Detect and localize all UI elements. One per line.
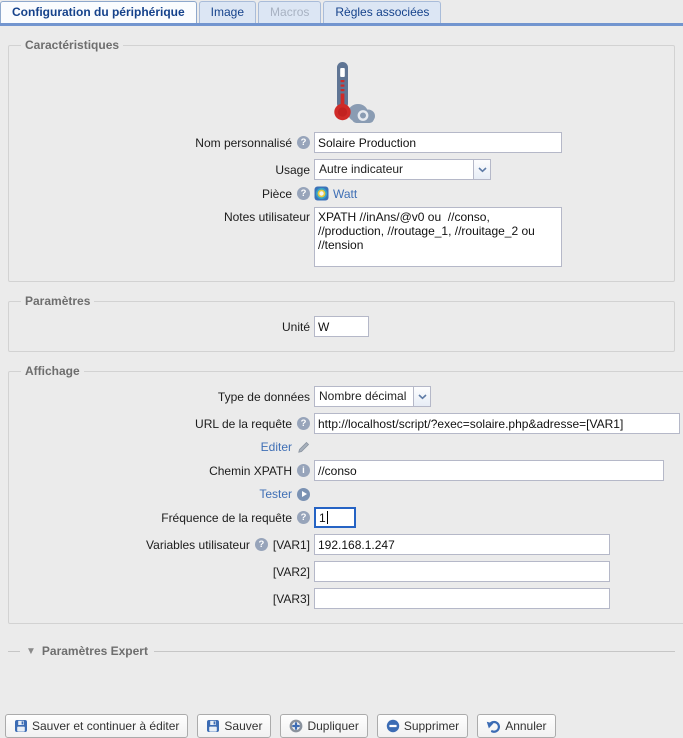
duplicate-label: Dupliquer bbox=[307, 719, 358, 733]
var2-label: [VAR2] bbox=[273, 565, 310, 579]
usage-label: Usage bbox=[275, 163, 310, 177]
chevron-down-icon bbox=[478, 167, 487, 173]
notes-utilisateur-textarea[interactable]: XPATH //inAns/@v0 ou //conso, //producti… bbox=[314, 207, 562, 267]
tab-configuration[interactable]: Configuration du périphérique bbox=[0, 1, 197, 23]
help-icon[interactable]: ? bbox=[297, 417, 310, 430]
tab-macros: Macros bbox=[258, 1, 321, 23]
save-button[interactable]: Sauver bbox=[197, 714, 271, 738]
device-image bbox=[17, 60, 666, 126]
expert-section-legend[interactable]: Paramètres Expert bbox=[42, 644, 148, 658]
expert-section-toggle[interactable]: ▼ Paramètres Expert bbox=[8, 644, 675, 658]
section-affichage-legend: Affichage bbox=[21, 364, 84, 378]
chevron-down-icon bbox=[418, 394, 427, 400]
variables-utilisateur-label: Variables utilisateur bbox=[146, 538, 250, 552]
usage-select-value[interactable]: Autre indicateur bbox=[314, 159, 474, 180]
unite-label: Unité bbox=[282, 320, 310, 334]
row-piece: Pièce ? Watt bbox=[17, 186, 666, 201]
section-affichage: Affichage Type de données Nombre décimal… bbox=[8, 364, 683, 624]
row-var2: [VAR2] bbox=[17, 561, 680, 582]
var1-label: [VAR1] bbox=[273, 538, 310, 552]
undo-arrow-icon bbox=[486, 719, 501, 733]
url-requete-input[interactable] bbox=[314, 413, 680, 434]
section-parametres: Paramètres Unité bbox=[8, 294, 675, 352]
type-donnees-select[interactable]: Nombre décimal bbox=[314, 386, 431, 407]
frequence-label: Fréquence de la requête bbox=[161, 511, 292, 525]
nom-personnalise-input[interactable] bbox=[314, 132, 562, 153]
save-and-continue-button[interactable]: Sauver et continuer à éditer bbox=[5, 714, 188, 738]
row-type-donnees: Type de données Nombre décimal bbox=[17, 386, 680, 407]
tab-image[interactable]: Image bbox=[199, 1, 256, 23]
nom-personnalise-label: Nom personnalisé bbox=[195, 136, 292, 150]
tab-underline bbox=[0, 23, 683, 26]
info-icon[interactable]: i bbox=[297, 464, 310, 477]
help-icon[interactable]: ? bbox=[255, 538, 268, 551]
var2-input[interactable] bbox=[314, 561, 610, 582]
delete-button[interactable]: Supprimer bbox=[377, 714, 468, 738]
chemin-xpath-input[interactable] bbox=[314, 460, 664, 481]
circle-plus-icon bbox=[289, 719, 303, 733]
save-and-continue-label: Sauver et continuer à éditer bbox=[32, 719, 179, 733]
delete-label: Supprimer bbox=[404, 719, 459, 733]
var3-label: [VAR3] bbox=[273, 592, 310, 606]
var1-input[interactable] bbox=[314, 534, 610, 555]
row-editer: Editer bbox=[17, 440, 680, 454]
url-requete-label: URL de la requête bbox=[195, 417, 292, 431]
floppy-disk-icon bbox=[14, 719, 28, 733]
help-icon[interactable]: ? bbox=[297, 187, 310, 200]
section-caracteristiques-legend: Caractéristiques bbox=[21, 38, 123, 52]
cancel-label: Annuler bbox=[505, 719, 546, 733]
row-chemin-xpath: Chemin XPATH i bbox=[17, 460, 680, 481]
pencil-icon[interactable] bbox=[297, 441, 310, 454]
help-icon[interactable]: ? bbox=[297, 511, 310, 524]
frequence-input[interactable] bbox=[314, 507, 356, 528]
row-notes-utilisateur: Notes utilisateur XPATH //inAns/@v0 ou /… bbox=[17, 207, 666, 267]
divider bbox=[8, 651, 20, 652]
row-var1: Variables utilisateur ? [VAR1] bbox=[17, 534, 680, 555]
cancel-button[interactable]: Annuler bbox=[477, 714, 555, 738]
row-unite: Unité bbox=[17, 316, 666, 337]
section-parametres-legend: Paramètres bbox=[21, 294, 94, 308]
type-donnees-select-value[interactable]: Nombre décimal bbox=[314, 386, 414, 407]
piece-link[interactable]: Watt bbox=[333, 187, 357, 201]
thermometer-icon bbox=[306, 60, 378, 126]
notes-utilisateur-label: Notes utilisateur bbox=[224, 210, 310, 224]
editer-link[interactable]: Editer bbox=[261, 440, 292, 454]
tab-bar: Configuration du périphérique Image Macr… bbox=[0, 0, 683, 23]
tab-regles-associees[interactable]: Règles associées bbox=[323, 1, 441, 23]
action-button-bar: Sauver et continuer à éditer Sauver Dupl… bbox=[5, 714, 556, 738]
text-caret bbox=[327, 511, 328, 524]
save-label: Sauver bbox=[224, 719, 262, 733]
tester-link[interactable]: Tester bbox=[259, 487, 292, 501]
type-donnees-label: Type de données bbox=[218, 390, 310, 404]
row-frequence: Fréquence de la requête ? bbox=[17, 507, 680, 528]
unite-input[interactable] bbox=[314, 316, 369, 337]
row-nom-personnalise: Nom personnalisé ? bbox=[17, 132, 666, 153]
chemin-xpath-label: Chemin XPATH bbox=[209, 464, 292, 478]
usage-select-trigger[interactable] bbox=[474, 159, 491, 180]
section-caracteristiques: Caractéristiques Nom personnalisé ? Usag… bbox=[8, 38, 675, 282]
row-tester: Tester bbox=[17, 487, 680, 501]
usage-select[interactable]: Autre indicateur bbox=[314, 159, 491, 180]
floppy-disk-icon bbox=[206, 719, 220, 733]
room-icon[interactable] bbox=[314, 186, 329, 201]
help-icon[interactable]: ? bbox=[297, 136, 310, 149]
circle-minus-icon bbox=[386, 719, 400, 733]
row-var3: [VAR3] bbox=[17, 588, 680, 609]
divider bbox=[154, 651, 675, 652]
type-donnees-select-trigger[interactable] bbox=[414, 386, 431, 407]
collapse-arrow-icon[interactable]: ▼ bbox=[26, 646, 36, 657]
duplicate-button[interactable]: Dupliquer bbox=[280, 714, 367, 738]
piece-label: Pièce bbox=[262, 187, 292, 201]
row-url-requete: URL de la requête ? bbox=[17, 413, 680, 434]
play-icon[interactable] bbox=[297, 488, 310, 501]
row-usage: Usage Autre indicateur bbox=[17, 159, 666, 180]
var3-input[interactable] bbox=[314, 588, 610, 609]
